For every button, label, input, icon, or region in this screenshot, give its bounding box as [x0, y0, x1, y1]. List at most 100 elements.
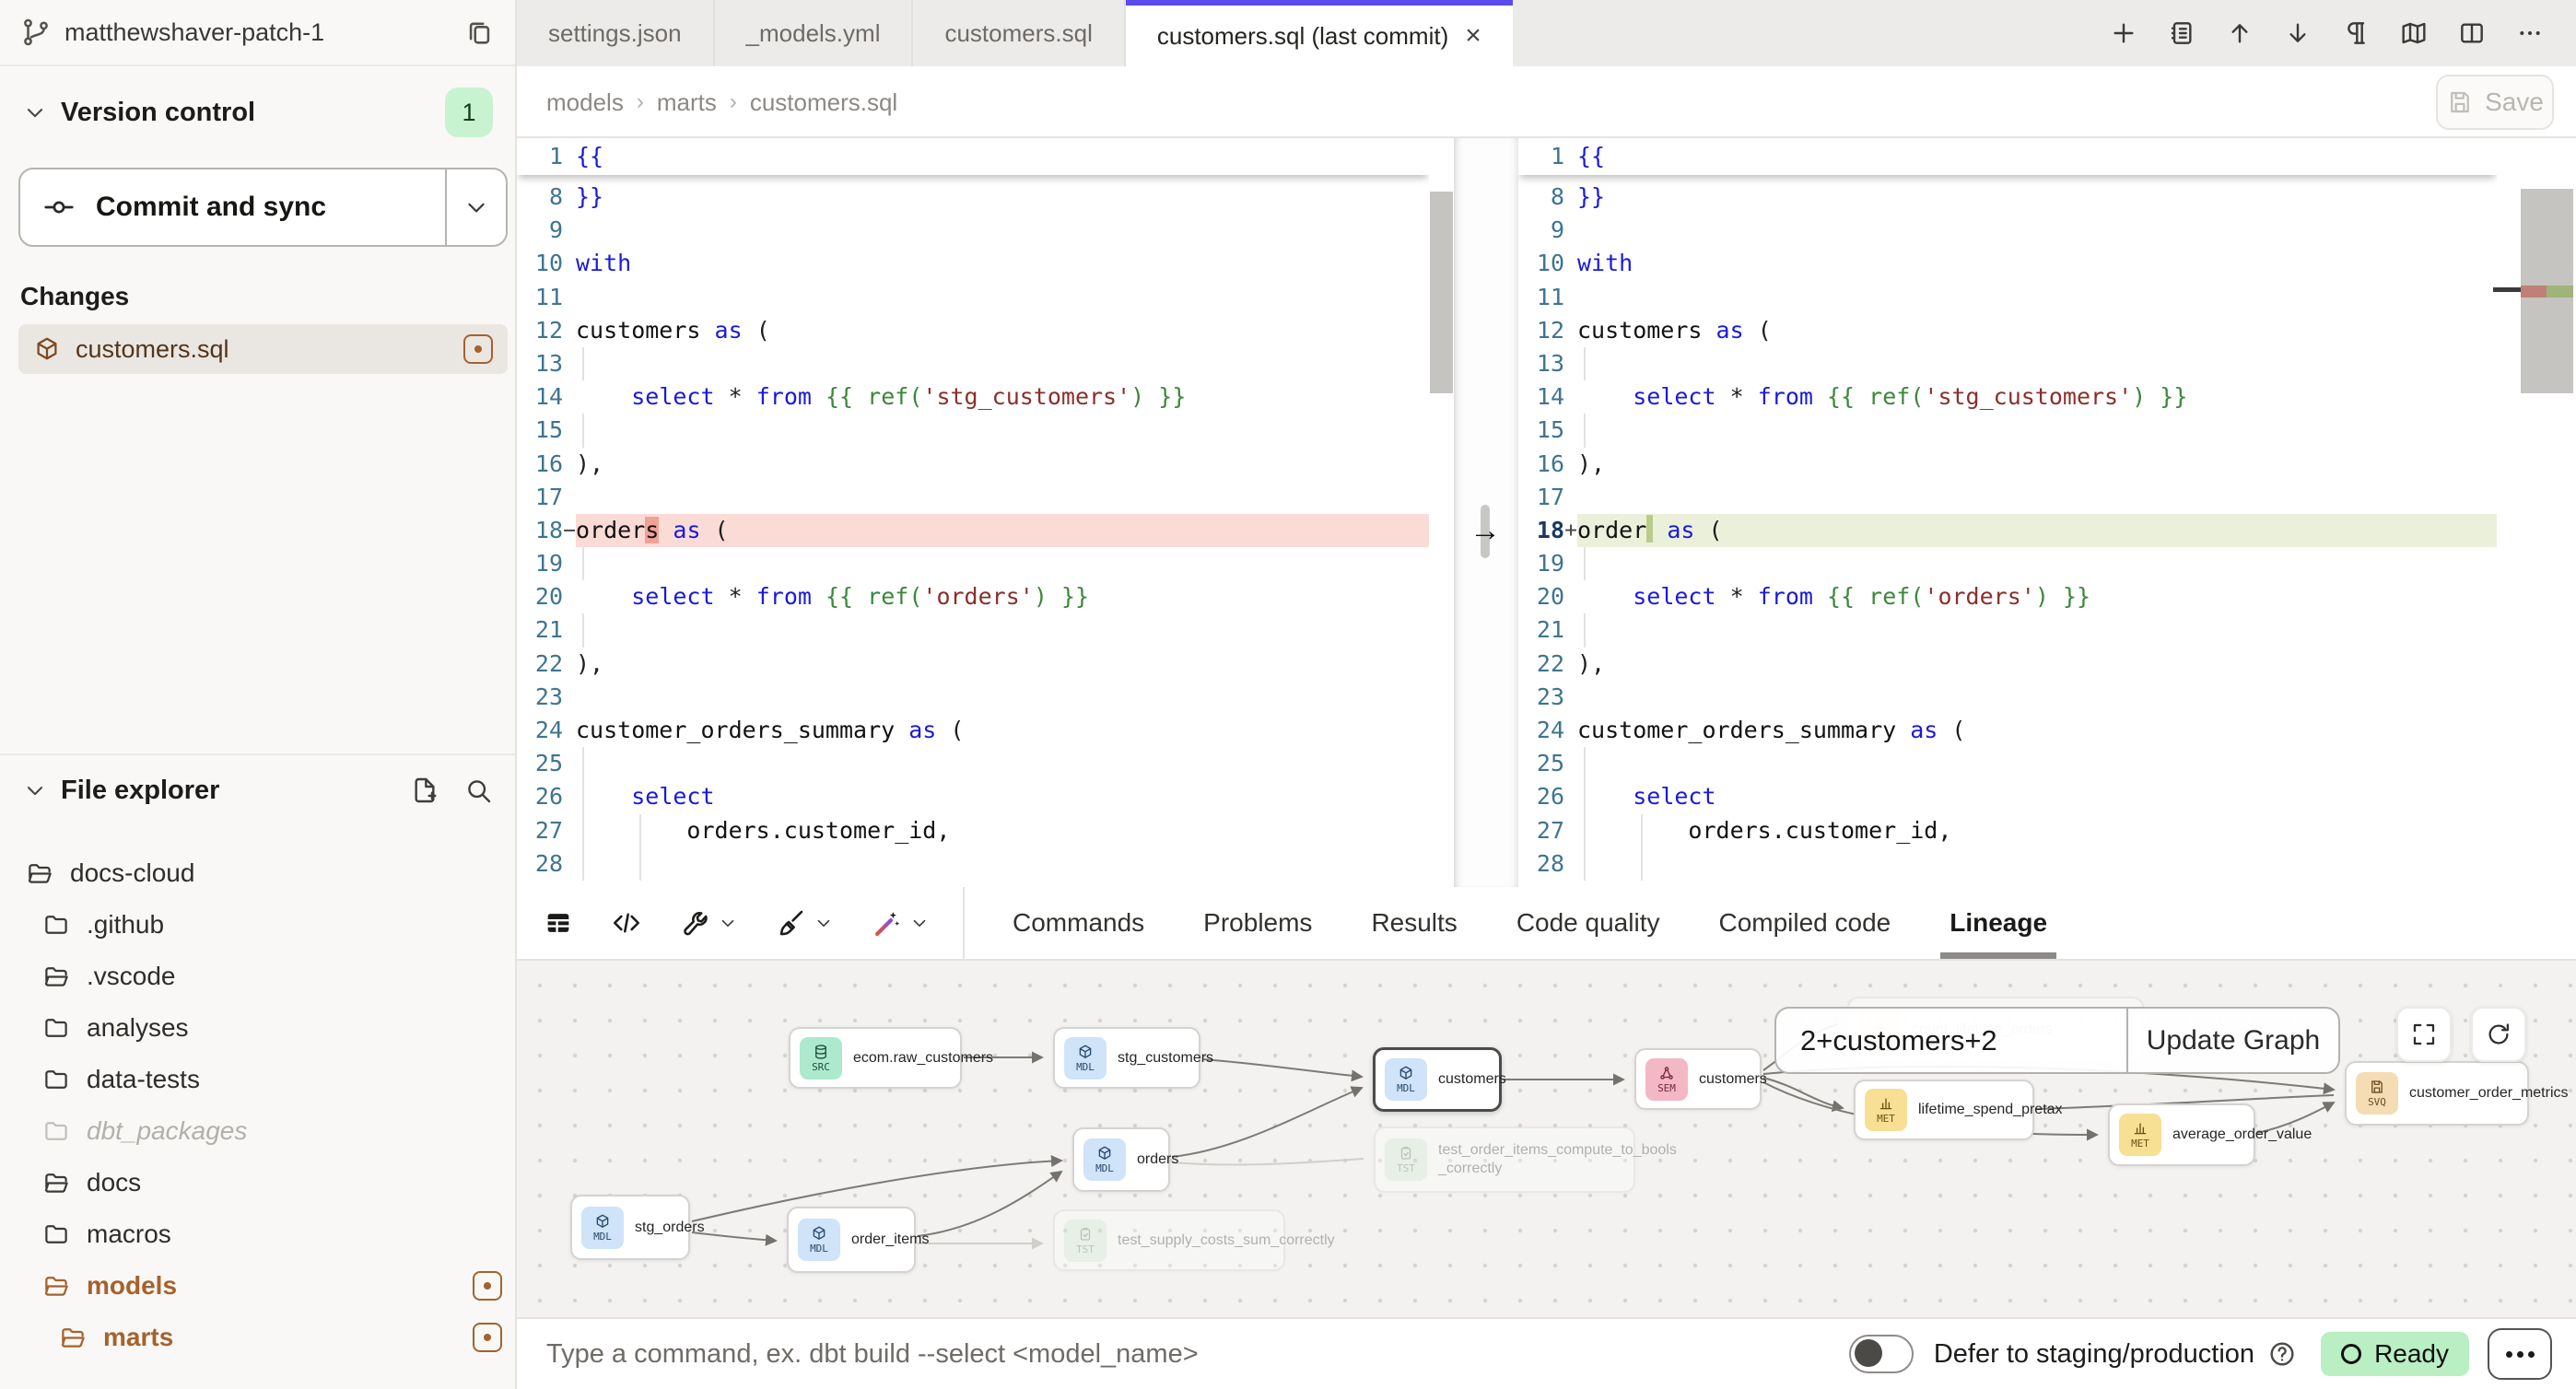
- tab--models-yml[interactable]: _models.yml: [715, 0, 914, 66]
- folder-icon: [42, 1117, 70, 1145]
- defer-toggle[interactable]: [1849, 1335, 1914, 1373]
- lineage-node-test-order-items[interactable]: TSTtest_order_items_compute_to_bools_cor…: [1374, 1126, 1635, 1193]
- tree-item-label: macros: [87, 1220, 502, 1249]
- lineage-node-ecom-raw-customers[interactable]: SRCecom.raw_customers: [789, 1027, 962, 1089]
- panel-tab-problems[interactable]: Problems: [1203, 887, 1312, 959]
- diff-editor: 8}}910with1112customers as (1314 select …: [517, 138, 2576, 887]
- panel-tab-commands[interactable]: Commands: [1013, 887, 1144, 959]
- panel-tab-compiled-code[interactable]: Compiled code: [1718, 887, 1891, 959]
- refresh-graph-button[interactable]: [2471, 1007, 2526, 1062]
- columns-icon[interactable]: [2457, 18, 2487, 48]
- tab-settings-json[interactable]: settings.json: [517, 0, 715, 66]
- status-label: Ready: [2374, 1339, 2449, 1369]
- tree-item-marts[interactable]: marts: [0, 1312, 517, 1363]
- help-icon[interactable]: [2267, 1339, 2297, 1369]
- file-explorer-header[interactable]: File explorer: [0, 755, 515, 825]
- sidebar: matthewshaver-patch-1 Version control 1 …: [0, 0, 517, 1389]
- file-tree: docs-cloud .github .vscodeanalysesdata-tes…: [0, 847, 517, 1363]
- branch-name[interactable]: matthewshaver-patch-1: [64, 18, 451, 47]
- panel-tab-code-quality[interactable]: Code quality: [1516, 887, 1660, 959]
- update-graph-button[interactable]: Update Graph: [2126, 1009, 2338, 1072]
- tree-item-docs-cloud[interactable]: docs-cloud: [0, 847, 517, 899]
- tab-customers-sql[interactable]: customers.sql: [913, 0, 1125, 66]
- commit-options-caret[interactable]: [447, 169, 506, 245]
- lineage-node-lifetime-spend-pretax[interactable]: METlifetime_spend_pretax: [1854, 1080, 2034, 1140]
- lineage-node-label: ecom.raw_customers: [853, 1049, 993, 1068]
- breadcrumb-item[interactable]: customers.sql: [750, 88, 897, 117]
- pilcrow-icon[interactable]: [2341, 18, 2371, 48]
- sem-icon: [1658, 1065, 1675, 1081]
- table-icon: [543, 907, 574, 939]
- up-icon[interactable]: [2225, 18, 2254, 48]
- lineage-node-customers-model[interactable]: MDLcustomers: [1373, 1047, 1502, 1112]
- tree-item--github[interactable]: .github: [0, 899, 517, 951]
- lineage-node-customer-order-metrics[interactable]: SVQcustomer_order_metrics: [2345, 1061, 2529, 1126]
- lineage-node-average-order-value[interactable]: METaverage_order_value: [2108, 1103, 2255, 1166]
- tree-item-docs[interactable]: docs: [0, 1157, 517, 1208]
- git-branch-icon: [20, 17, 52, 48]
- dots-icon[interactable]: [2515, 18, 2545, 48]
- save-button[interactable]: Save: [2436, 75, 2554, 130]
- lineage-canvas[interactable]: SRCecom.raw_customers MDLstg_customers MDL…: [517, 961, 2576, 1317]
- command-input[interactable]: Type a command, ex. dbt build --select <…: [517, 1339, 1849, 1370]
- map-icon[interactable]: [2399, 18, 2429, 48]
- plus-icon[interactable]: [2109, 18, 2138, 48]
- tab-customers-sql-last-commit-[interactable]: customers.sql (last commit)×: [1126, 0, 1513, 66]
- tree-item--vscode[interactable]: .vscode: [0, 951, 517, 1002]
- status-dot-icon: [2341, 1344, 2361, 1364]
- panel-tab-results[interactable]: Results: [1371, 887, 1457, 959]
- met-badge: MET: [1865, 1089, 1907, 1131]
- tree-item-data-tests[interactable]: data-tests: [0, 1054, 517, 1105]
- bottom-toolbar: [517, 887, 965, 959]
- lineage-node-order-items[interactable]: MDLorder_items: [787, 1207, 916, 1273]
- notebook-icon[interactable]: [2167, 18, 2196, 48]
- lineage-node-orders[interactable]: MDLorders: [1072, 1127, 1170, 1192]
- commit-and-sync-button[interactable]: Commit and sync: [18, 168, 508, 247]
- lineage-search-input[interactable]: 2+customers+2: [1776, 1009, 2126, 1072]
- diff-pane-last-commit[interactable]: 8}}910with1112customers as (1314 select …: [1518, 138, 2497, 887]
- lineage-node-customers-semantic[interactable]: SEMcustomers: [1634, 1048, 1762, 1110]
- status-badge[interactable]: Ready: [2321, 1332, 2469, 1376]
- file-explorer-title: File explorer: [61, 776, 397, 806]
- chevron-down-icon[interactable]: [718, 913, 738, 933]
- tree-item-analyses[interactable]: analyses: [0, 1002, 517, 1054]
- more-options-button[interactable]: [2488, 1328, 2552, 1380]
- diff-pane-current[interactable]: 8}}910with1112customers as (1314 select …: [517, 138, 1429, 887]
- lineage-node-test-supply-costs[interactable]: TSTtest_supply_costs_sum_correctly: [1053, 1209, 1285, 1271]
- breadcrumb-item[interactable]: models: [546, 88, 624, 117]
- new-file-icon[interactable]: [410, 776, 439, 805]
- tree-item-models[interactable]: models: [0, 1260, 517, 1312]
- tree-item-macros[interactable]: macros: [0, 1208, 517, 1260]
- tree-item-dbt-packages[interactable]: dbt_packages: [0, 1105, 517, 1157]
- fullscreen-button[interactable]: [2396, 1007, 2452, 1062]
- lineage-node-label: stg_orders: [635, 1219, 705, 1237]
- lineage-node-label: average_order_value: [2172, 1126, 2312, 1144]
- apply-change-arrow-button[interactable]: →: [1458, 510, 1512, 551]
- down-icon[interactable]: [2283, 18, 2313, 48]
- diff-overview-ruler[interactable]: [2521, 138, 2573, 887]
- broom-button[interactable]: [775, 907, 834, 939]
- bottom-panel-tabbar: Commands Problems Results Code quality Compi…: [517, 887, 2576, 961]
- modified-badge: [463, 334, 493, 364]
- wrench-button[interactable]: [679, 907, 738, 939]
- folder-open-icon: [42, 1169, 70, 1196]
- tree-item-label: .github: [87, 910, 502, 940]
- breadcrumb-item[interactable]: marts: [657, 88, 717, 117]
- copy-icon[interactable]: [463, 17, 495, 48]
- version-control-header[interactable]: Version control 1: [0, 83, 515, 142]
- tree-item-label: docs: [87, 1168, 502, 1197]
- codeicon-button[interactable]: [611, 907, 642, 939]
- left-editor-scrollbar[interactable]: [1429, 138, 1454, 887]
- chevron-down-icon[interactable]: [814, 913, 834, 933]
- panel-tab-lineage[interactable]: Lineage: [1950, 887, 2047, 959]
- lineage-node-stg-orders[interactable]: MDLstg_orders: [570, 1195, 690, 1260]
- breadcrumb[interactable]: models›marts›customers.sql: [546, 66, 897, 138]
- close-icon[interactable]: ×: [1465, 20, 1481, 52]
- chevron-down-icon[interactable]: [909, 913, 930, 933]
- commit-and-sync-main[interactable]: Commit and sync: [20, 169, 447, 245]
- table-button[interactable]: [543, 907, 574, 939]
- wand-button[interactable]: [871, 907, 930, 939]
- lineage-node-stg-customers[interactable]: MDLstg_customers: [1053, 1027, 1200, 1089]
- changed-file-row[interactable]: customers.sql: [18, 324, 508, 374]
- search-icon[interactable]: [463, 776, 493, 805]
